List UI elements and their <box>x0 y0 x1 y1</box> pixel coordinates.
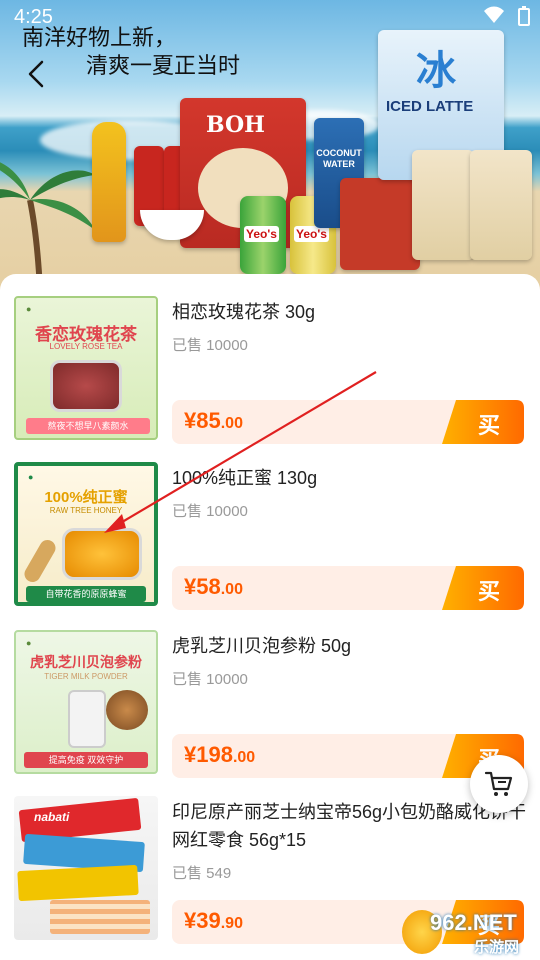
watermark-text: 962.NET <box>430 910 517 935</box>
ayam-sauce-pack-image <box>340 178 420 270</box>
buy-label: 买 <box>477 580 500 605</box>
nabati-logo-text: nabati <box>34 810 70 824</box>
price-main: ¥198 <box>184 742 233 767</box>
thumbnail-tagline: 提高免疫 双效守护 <box>24 752 148 768</box>
powder-bottle-image <box>68 690 106 748</box>
sold-count: 已售 10000 <box>172 337 248 354</box>
sold-count: 已售 10000 <box>172 503 248 520</box>
product-item[interactable]: ● 香恋玫瑰花茶 LOVELY ROSE TEA 熬夜不想早八素颜水 相恋玫瑰花… <box>0 274 540 444</box>
chevron-left-icon <box>28 60 44 88</box>
price-cents: .00 <box>220 581 243 598</box>
back-button[interactable] <box>22 54 52 94</box>
honey-jar-image <box>62 528 142 580</box>
mushroom-image <box>106 690 148 730</box>
buy-button[interactable]: 买 <box>442 400 524 444</box>
product-price: ¥198.00 <box>184 742 255 768</box>
kari-sayuran-pack-image <box>412 150 474 260</box>
buy-label: 买 <box>477 414 500 439</box>
yeos-logo-text: Yeo's <box>244 226 279 242</box>
brand-mark: ● <box>28 472 34 482</box>
product-thumbnail[interactable]: ● 香恋玫瑰花茶 LOVELY ROSE TEA 熬夜不想早八素颜水 <box>14 296 158 440</box>
product-price: ¥85.00 <box>184 408 243 434</box>
price-bar: ¥198.00 买 <box>172 734 524 778</box>
yeos-logo-text: Yeo's <box>294 226 329 242</box>
battery-icon <box>518 6 530 26</box>
iced-latte-logo-glyph: 冰 <box>416 48 456 94</box>
rendang-pack-image <box>470 150 532 260</box>
thumbnail-tagline: 自带花香的原原蜂蜜 <box>26 586 146 602</box>
product-title[interactable]: 100%纯正蜜 130g <box>172 464 532 492</box>
brand-mark: ● <box>26 304 32 314</box>
brand-mark: ● <box>26 638 32 648</box>
iced-latte-label: ICED LATTE <box>386 98 474 115</box>
sold-count: 已售 10000 <box>172 671 248 688</box>
product-title[interactable]: 虎乳芝川贝泡参粉 50g <box>172 632 532 660</box>
thumbnail-subtitle: RAW TREE HONEY <box>49 506 123 515</box>
product-thumbnail[interactable]: ● 100%纯正蜜 RAW TREE HONEY 自带花香的原原蜂蜜 <box>14 462 158 606</box>
price-cents: .00 <box>232 749 256 766</box>
product-title[interactable]: 相恋玫瑰花茶 30g <box>172 298 532 326</box>
thumbnail-title: 100%纯正蜜 <box>44 489 128 506</box>
boh-logo-text: BOH <box>206 112 265 138</box>
wafer-pack-image <box>17 864 139 902</box>
price-main: ¥85 <box>184 408 221 433</box>
product-thumbnail[interactable]: ● 虎乳芝川贝泡参粉 TIGER MILK POWDER 提高免疫 双效守护 <box>14 630 158 774</box>
product-price: ¥39.90 <box>184 908 243 934</box>
price-main: ¥58 <box>184 574 221 599</box>
buy-button[interactable]: 买 <box>442 566 524 610</box>
shopping-cart-icon <box>484 771 513 796</box>
product-price: ¥58.00 <box>184 574 243 600</box>
product-item[interactable]: ● 虎乳芝川贝泡参粉 TIGER MILK POWDER 提高免疫 双效守护 虎… <box>0 608 540 778</box>
wafer-image <box>50 900 150 934</box>
price-cents: .00 <box>220 415 243 432</box>
product-title[interactable]: 印尼原产丽芝士纳宝帝56g小包奶酪威化饼干网红零食 56g*15 <box>172 798 532 854</box>
coconut-water-label: COCONUT WATER <box>316 148 362 169</box>
product-item[interactable]: ● 100%纯正蜜 RAW TREE HONEY 自带花香的原原蜂蜜 100%纯… <box>0 440 540 610</box>
honey-spoon-image <box>21 537 59 585</box>
product-thumbnail[interactable]: nabati <box>14 796 158 940</box>
product-list[interactable]: ● 香恋玫瑰花茶 LOVELY ROSE TEA 熬夜不想早八素颜水 相恋玫瑰花… <box>0 274 540 960</box>
price-main: ¥39 <box>184 908 221 933</box>
price-bar: ¥85.00 买 <box>172 400 524 444</box>
thumbnail-subtitle: LOVELY ROSE TEA <box>49 342 123 351</box>
banner-slogan-line2: 清爽一夏正当时 <box>86 54 241 79</box>
sold-count: 已售 549 <box>172 865 232 882</box>
promo-banner[interactable]: BOH Yeo's Yeo's COCONUT WATER 冰 ICED LAT… <box>0 0 540 290</box>
price-bar: ¥58.00 买 <box>172 566 524 610</box>
price-cents: .90 <box>220 915 243 932</box>
thumbnail-tagline: 熬夜不想早八素颜水 <box>26 418 150 434</box>
rose-tea-jar-image <box>50 360 122 412</box>
kiranti-bottle-image <box>92 122 126 242</box>
watermark-subtext: 乐游网 <box>474 939 520 956</box>
yeos-can-image: Yeo's <box>240 196 286 274</box>
cart-button[interactable] <box>470 755 528 813</box>
wifi-icon <box>484 6 504 23</box>
thumbnail-title: 虎乳芝川贝泡参粉 <box>30 654 142 670</box>
thumbnail-subtitle: TIGER MILK POWDER <box>44 672 128 681</box>
site-watermark: 962.NET 乐游网 <box>402 910 534 956</box>
palm-tree-decoration <box>0 162 95 290</box>
